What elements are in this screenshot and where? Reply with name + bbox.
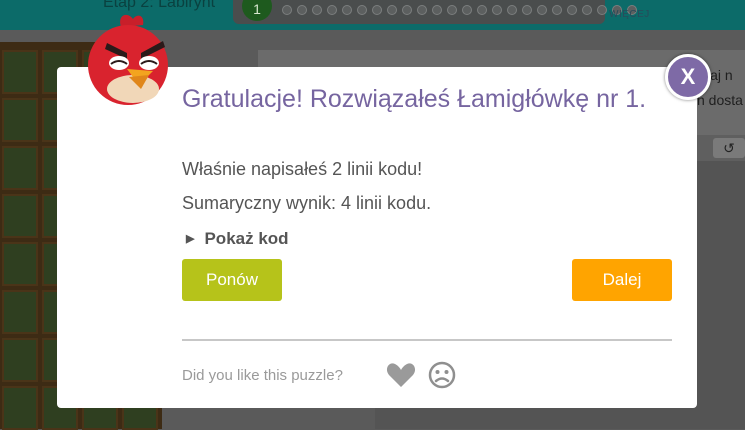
level-dot[interactable] xyxy=(597,5,607,15)
lines-written-text: Właśnie napisałeś 2 linii kodu! xyxy=(182,159,423,179)
triangle-right-icon: ▶ xyxy=(186,233,195,245)
success-dialog xyxy=(57,67,697,408)
maze-tile xyxy=(2,98,38,142)
maze-tile xyxy=(2,386,38,430)
divider xyxy=(182,339,672,341)
total-score-text: Sumaryczny wynik: 4 linii kodu. xyxy=(182,193,432,213)
level-dot[interactable] xyxy=(372,5,382,15)
level-dot[interactable] xyxy=(297,5,307,15)
level-dots xyxy=(282,2,642,20)
level-dot[interactable] xyxy=(582,5,592,15)
red-bird-avatar-icon xyxy=(88,14,168,105)
sad-face-icon[interactable] xyxy=(428,361,456,389)
level-dot[interactable] xyxy=(477,5,487,15)
maze-tile xyxy=(2,290,38,334)
maze-tile xyxy=(2,146,38,190)
level-dot[interactable] xyxy=(537,5,547,15)
level-dot[interactable] xyxy=(342,5,352,15)
maze-tile xyxy=(2,194,38,238)
maze-tile xyxy=(2,50,38,94)
reset-icon: ↺ xyxy=(723,140,735,156)
level-dot[interactable] xyxy=(312,5,322,15)
result-messages: Właśnie napisałeś 2 linii kodu! Sumarycz… xyxy=(182,159,431,227)
level-dot[interactable] xyxy=(327,5,337,15)
level-dot[interactable] xyxy=(417,5,427,15)
instructions-text-line: n dosta xyxy=(697,92,743,108)
level-dot[interactable] xyxy=(432,5,442,15)
heart-icon[interactable] xyxy=(386,362,416,388)
continue-button[interactable]: Dalej xyxy=(572,259,672,301)
maze-tile xyxy=(2,338,38,382)
stage-title: Etap 2: Labirynt xyxy=(103,0,216,11)
level-dot[interactable] xyxy=(567,5,577,15)
level-dot[interactable] xyxy=(552,5,562,15)
feedback-question: Did you like this puzzle? xyxy=(182,367,343,384)
show-code-label: Pokaż kod xyxy=(204,229,289,248)
retry-button[interactable]: Ponów xyxy=(182,259,282,301)
level-dot[interactable] xyxy=(402,5,412,15)
maze-tile xyxy=(2,242,38,286)
reset-button[interactable]: ↺ xyxy=(713,138,745,158)
level-dot[interactable] xyxy=(447,5,457,15)
more-link[interactable]: WIĘCEJ xyxy=(609,9,650,20)
dialog-title: Gratulacje! Rozwiązałeś Łamigłówkę nr 1. xyxy=(182,85,647,113)
level-dot[interactable] xyxy=(462,5,472,15)
show-code-toggle[interactable]: ▶ Pokaż kod xyxy=(186,229,289,249)
level-dot[interactable] xyxy=(522,5,532,15)
level-dot[interactable] xyxy=(492,5,502,15)
level-dot[interactable] xyxy=(387,5,397,15)
level-dot[interactable] xyxy=(507,5,517,15)
close-icon: X xyxy=(680,64,696,89)
level-dot[interactable] xyxy=(357,5,367,15)
level-dot[interactable] xyxy=(282,5,292,15)
